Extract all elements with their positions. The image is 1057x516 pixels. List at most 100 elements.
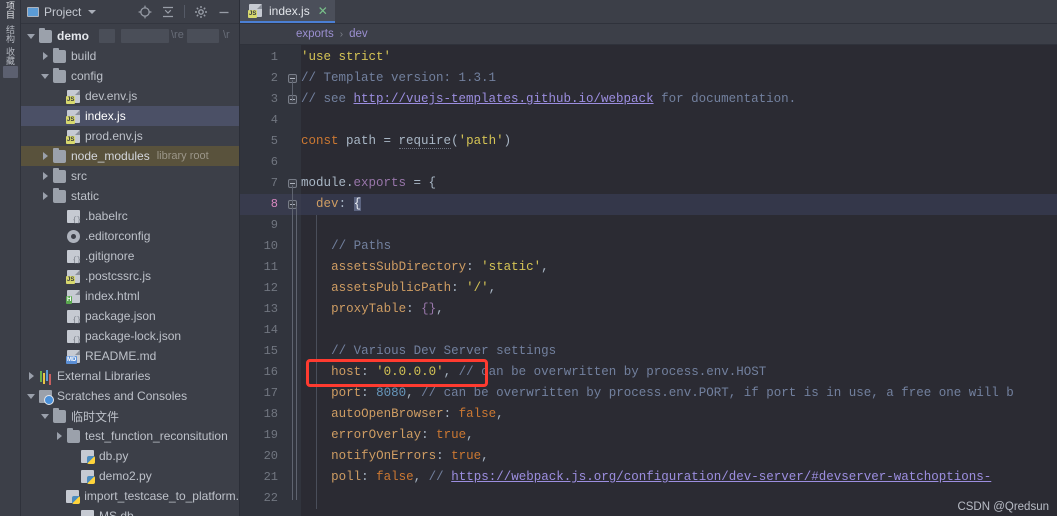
code-line-text: // Various Dev Server settings [331,344,557,358]
close-icon[interactable]: ✕ [318,5,328,17]
breadcrumb-item-exports[interactable]: exports [296,28,334,40]
chevron-down-icon[interactable] [27,391,37,401]
tree-row-label: .postcssrc.js [85,269,152,283]
line-number: 20 [263,449,278,463]
tree-row-src[interactable]: src [21,166,239,186]
tree-row-test-function-reconsitution[interactable]: test_function_reconsitution [21,426,239,446]
project-tree[interactable]: demo \re \r build config JS dev.env.js JS index.… [21,24,239,516]
tree-row-label: index.js [85,109,126,123]
folder-icon [53,167,66,183]
tree-row-label: dev.env.js [85,89,138,103]
tree-row-editorconfig[interactable]: .editorconfig [21,226,239,246]
json-file-icon [67,249,81,265]
tree-row-label: .babelrc [85,209,128,223]
folder-icon [53,147,66,163]
line-number: 2 [270,71,278,85]
folder-icon [67,427,80,443]
tree-row-index-js[interactable]: JS index.js [21,106,239,126]
code-lines[interactable]: 1 'use strict' 2 // Template version: 1.3.1… [240,45,1057,516]
breadcrumb-item-dev[interactable]: dev [349,28,368,40]
tree-row-[interactable]: 临时文件 [21,406,239,426]
code-line-text: 'use strict' [301,50,392,64]
tree-row-demo2-py[interactable]: demo2.py [21,466,239,486]
chevron-right-icon[interactable] [27,371,37,381]
editor-tab-index-js[interactable]: JS index.js ✕ [240,0,335,23]
tree-row-prod-env-js[interactable]: JS prod.env.js [21,126,239,146]
project-window-icon [27,6,39,17]
project-vertical-tab[interactable]: 项目 [2,2,19,20]
chevron-right-icon[interactable] [41,151,51,161]
chevron-right-icon[interactable] [41,171,51,181]
tree-row-babelrc[interactable]: .babelrc [21,206,239,226]
tree-row-package-lock-json[interactable]: package-lock.json [21,326,239,346]
favorites-vertical-tab-label: 收藏 [5,47,15,66]
collapse-all-icon[interactable] [161,5,175,19]
folder-icon [53,67,66,83]
chevron-right-icon[interactable] [41,51,51,61]
chevron-down-icon[interactable] [41,411,51,421]
line-number: 14 [263,323,278,337]
favorites-vertical-tab[interactable]: 收藏 [2,48,19,66]
tree-row-config[interactable]: config [21,66,239,86]
line-number: 17 [263,386,278,400]
locate-file-icon[interactable] [138,5,152,19]
structure-vertical-tab[interactable]: 结构 [2,26,19,44]
line-number: 10 [263,239,278,253]
code-view[interactable]: 1 'use strict' 2 // Template version: 1.3.1… [240,45,1057,516]
tree-row-node-modules[interactable]: node_modules library root [21,146,239,166]
chevron-down-icon[interactable] [41,71,51,81]
line-number: 7 [270,176,278,190]
hide-panel-icon[interactable] [217,5,231,19]
chevron-right-icon[interactable] [55,431,65,441]
tree-row-import-testcase-to-platform[interactable]: import_testcase_to_platform. [21,486,239,506]
line-number: 16 [263,365,278,379]
tree-row-postcssrc-js[interactable]: JS .postcssrc.js [21,266,239,286]
json-file-icon [67,209,81,225]
tree-row-label: db.py [99,449,129,463]
js-file-icon: JS [66,269,80,284]
json-file-icon [67,309,81,325]
library-root-note: library root [156,150,209,162]
js-file-icon: JS [248,4,262,18]
tree-row-label: index.html [85,289,140,303]
tree-row-label: build [71,49,97,63]
chevron-down-icon[interactable] [88,9,97,14]
chevron-right-icon[interactable] [41,191,51,201]
tree-row-label: demo2.py [99,469,152,483]
code-line-text: // Template version: 1.3.1 [301,71,497,85]
tree-row-dev-env-js[interactable]: JS dev.env.js [21,86,239,106]
code-line-text: notifyOnErrors: true, [331,449,489,463]
python-file-icon [81,509,95,516]
line-number: 22 [263,491,278,505]
code-line-text: port: 8080, // can be overwritten by pro… [331,386,1014,400]
chevron-down-icon[interactable] [27,31,37,41]
tree-row-static[interactable]: static [21,186,239,206]
tree-row-build[interactable]: build [21,46,239,66]
line-number: 5 [270,134,278,148]
tree-row-label: MS.db [99,509,134,516]
tree-row-index-html[interactable]: Hindex.html [21,286,239,306]
tree-row-demo[interactable]: demo \re \r [21,26,239,46]
line-number: 12 [263,281,278,295]
tree-row-readme-md[interactable]: MD README.md [21,346,239,366]
tree-row-scratches-and-consoles[interactable]: Scratches and Consoles [21,386,239,406]
project-panel-title-group[interactable]: Project [27,5,97,19]
tree-row-label: 临时文件 [71,409,120,424]
tree-row-ms-db[interactable]: MS.db [21,506,239,516]
code-line-text: poll: false, // https://webpack.js.org/c… [331,470,992,484]
folder-icon [39,27,52,43]
tree-row-label: .editorconfig [85,229,151,243]
tree-row-db-py[interactable]: db.py [21,446,239,466]
code-line-text: // see http://vuejs-templates.github.io/… [301,92,797,106]
code-line-text: host: '0.0.0.0', // can be overwritten b… [331,365,767,379]
settings-gear-icon[interactable] [194,5,208,19]
tree-row-gitignore[interactable]: .gitignore [21,246,239,266]
tree-row-external-libraries[interactable]: External Libraries [21,366,239,386]
path-hint: \re [171,29,184,41]
tree-row-package-json[interactable]: package.json [21,306,239,326]
